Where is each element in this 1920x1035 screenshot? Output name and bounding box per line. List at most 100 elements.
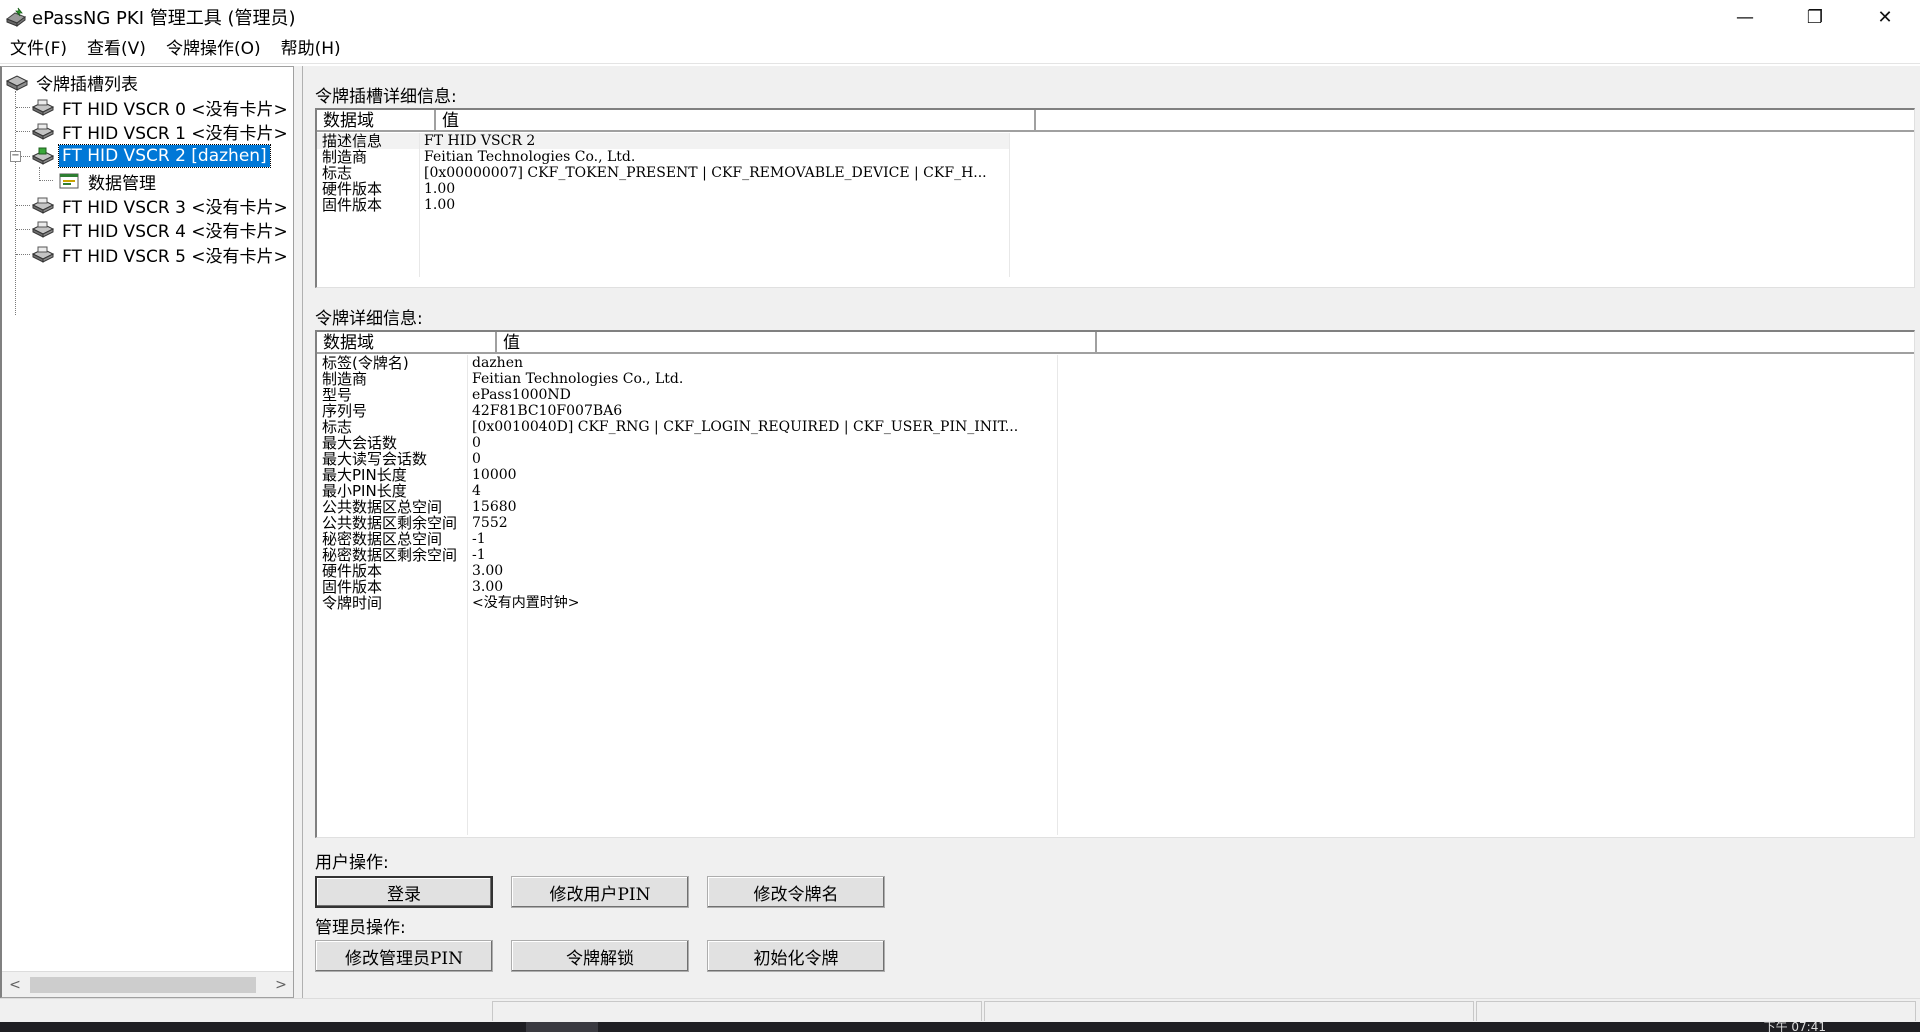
- tree-slot-1[interactable]: FT HID VSCR 1 <没有卡片>: [30, 117, 291, 145]
- table-row[interactable]: 秘密数据区剩余空间 -1: [317, 547, 1057, 563]
- table-row-empty: [317, 659, 1057, 675]
- tree-slot-2[interactable]: FT HID VSCR 2 [dazhen]: [30, 142, 271, 170]
- value-cell: 10000: [472, 467, 517, 483]
- table-row[interactable]: 标志 [0x00000007] CKF_TOKEN_PRESENT | CKF_R…: [317, 165, 1009, 181]
- data-management-icon: [56, 170, 82, 192]
- value-cell: 1.00: [424, 181, 456, 197]
- grid-line: [419, 133, 420, 277]
- token-reader-icon: [4, 71, 30, 93]
- table-row[interactable]: 硬件版本 1.00: [317, 181, 1009, 197]
- field-cell: 标志: [322, 165, 353, 181]
- value-cell: 0: [472, 451, 481, 467]
- value-cell: [467, 819, 1057, 835]
- table-row[interactable]: 硬件版本 3.00: [317, 563, 1057, 579]
- table-row[interactable]: 序列号 42F81BC10F007BA6: [317, 403, 1057, 419]
- grid-line: [1057, 355, 1058, 835]
- column-header-value[interactable]: 值: [436, 110, 1036, 132]
- value-cell: 3.00: [472, 579, 504, 595]
- close-button[interactable]: ✕: [1850, 0, 1920, 34]
- tree-slot-4[interactable]: FT HID VSCR 4 <没有卡片>: [30, 215, 291, 243]
- login-button[interactable]: 登录: [315, 876, 493, 908]
- rename-token-button[interactable]: 修改令牌名: [707, 876, 885, 908]
- table-row[interactable]: 标签(令牌名) dazhen: [317, 355, 1057, 371]
- panel-splitter[interactable]: [294, 66, 302, 998]
- value-cell: [419, 213, 1009, 229]
- taskbar: 下午 07:41: [0, 1020, 1920, 1034]
- table-row[interactable]: 最大PIN长度 10000: [317, 467, 1057, 483]
- slot-details-header: 数据域 值: [317, 110, 1914, 132]
- table-row[interactable]: 最大读写会话数 0: [317, 451, 1057, 467]
- restore-button[interactable]: ❐: [1780, 0, 1850, 34]
- table-row[interactable]: 固件版本 1.00: [317, 197, 1009, 213]
- table-row[interactable]: 固件版本 3.00: [317, 579, 1057, 595]
- value-cell: [467, 691, 1057, 707]
- value-cell: [467, 611, 1057, 627]
- table-row[interactable]: 标志 [0x0010040D] CKF_RNG | CKF_LOGIN_REQUI…: [317, 419, 1057, 435]
- change-admin-pin-button[interactable]: 修改管理员PIN: [315, 940, 493, 972]
- initialize-token-button[interactable]: 初始化令牌: [707, 940, 885, 972]
- value-cell: [467, 675, 1057, 691]
- taskbar-active-app[interactable]: [526, 1022, 598, 1032]
- field-cell: 最大读写会话数: [322, 451, 428, 467]
- field-cell: [317, 675, 467, 691]
- tree-slot-label: FT HID VSCR 4 <没有卡片>: [62, 221, 288, 242]
- column-header-field[interactable]: 数据域: [317, 332, 497, 354]
- table-row[interactable]: 最小PIN长度 4: [317, 483, 1057, 499]
- card-reader-icon: [30, 120, 56, 142]
- field-cell: [317, 611, 467, 627]
- menu-view[interactable]: 查看(V): [77, 34, 156, 64]
- collapse-toggle[interactable]: −: [10, 151, 21, 162]
- scroll-left-icon[interactable]: <: [2, 972, 28, 997]
- field-cell: 最大PIN长度: [322, 467, 407, 483]
- field-cell: [317, 245, 419, 261]
- table-row[interactable]: 制造商 Feitian Technologies Co., Ltd.: [317, 371, 1057, 387]
- table-row[interactable]: 制造商 Feitian Technologies Co., Ltd.: [317, 149, 1009, 165]
- table-row[interactable]: 最大会话数 0: [317, 435, 1057, 451]
- field-cell: 描述信息: [317, 133, 419, 149]
- tree-slot-5[interactable]: FT HID VSCR 5 <没有卡片>: [30, 240, 291, 268]
- menu-token-ops[interactable]: 令牌操作(O): [156, 34, 271, 64]
- tree-root[interactable]: 令牌插槽列表: [4, 68, 141, 96]
- field-cell: 型号: [322, 387, 353, 403]
- value-cell: 42F81BC10F007BA6: [472, 403, 623, 419]
- field-cell: 秘密数据区剩余空间: [322, 547, 458, 563]
- minimize-button[interactable]: —: [1710, 0, 1780, 34]
- token-details-header: 数据域 值: [317, 332, 1914, 354]
- column-header-field[interactable]: 数据域: [317, 110, 436, 132]
- change-user-pin-button[interactable]: 修改用户PIN: [511, 876, 689, 908]
- table-row[interactable]: 公共数据区总空间 15680: [317, 499, 1057, 515]
- slot-details-list[interactable]: 数据域 值 描述信息 FT HID VSCR 2 制造商 Feitian Techno…: [315, 108, 1915, 288]
- card-reader-icon: [30, 96, 56, 118]
- token-details-list[interactable]: 数据域 值 标签(令牌名) dazhen 制造商 Feitian Technologi…: [315, 330, 1915, 838]
- value-cell: [467, 803, 1057, 819]
- unlock-token-button[interactable]: 令牌解锁: [511, 940, 689, 972]
- value-cell: [0x00000007] CKF_TOKEN_PRESENT | CKF_REM…: [424, 165, 987, 181]
- table-row-empty: [317, 675, 1057, 691]
- table-row[interactable]: 型号 ePass1000ND: [317, 387, 1057, 403]
- table-row[interactable]: 公共数据区剩余空间 7552: [317, 515, 1057, 531]
- menu-file[interactable]: 文件(F): [0, 34, 77, 64]
- table-row-empty: [317, 261, 1009, 277]
- value-cell: [467, 739, 1057, 755]
- value-cell: <没有内置时钟>: [472, 595, 580, 611]
- table-row[interactable]: 令牌时间 <没有内置时钟>: [317, 595, 1057, 611]
- field-cell: [317, 229, 419, 245]
- table-row[interactable]: 描述信息 FT HID VSCR 2: [317, 133, 1009, 149]
- scroll-right-icon[interactable]: >: [268, 972, 293, 997]
- table-row-empty: [317, 755, 1057, 771]
- menu-help[interactable]: 帮助(H): [271, 34, 351, 64]
- table-row[interactable]: 秘密数据区总空间 -1: [317, 531, 1057, 547]
- value-cell: 7552: [472, 515, 508, 531]
- column-header-value[interactable]: 值: [497, 332, 1097, 354]
- user-ops-label: 用户操作:: [315, 853, 389, 873]
- tree-connector: [16, 131, 30, 132]
- tree-horizontal-scrollbar[interactable]: < >: [2, 971, 293, 997]
- value-cell: FT HID VSCR 2: [419, 133, 1009, 149]
- column-header-filler: [1097, 332, 1914, 354]
- scroll-thumb[interactable]: [30, 977, 256, 993]
- field-cell: [317, 707, 467, 723]
- value-cell: [467, 707, 1057, 723]
- title-bar: ePassNG PKI 管理工具 (管理员) — ❐ ✕: [0, 0, 1920, 34]
- table-row-empty: [317, 229, 1009, 245]
- token-details-label: 令牌详细信息:: [315, 309, 423, 329]
